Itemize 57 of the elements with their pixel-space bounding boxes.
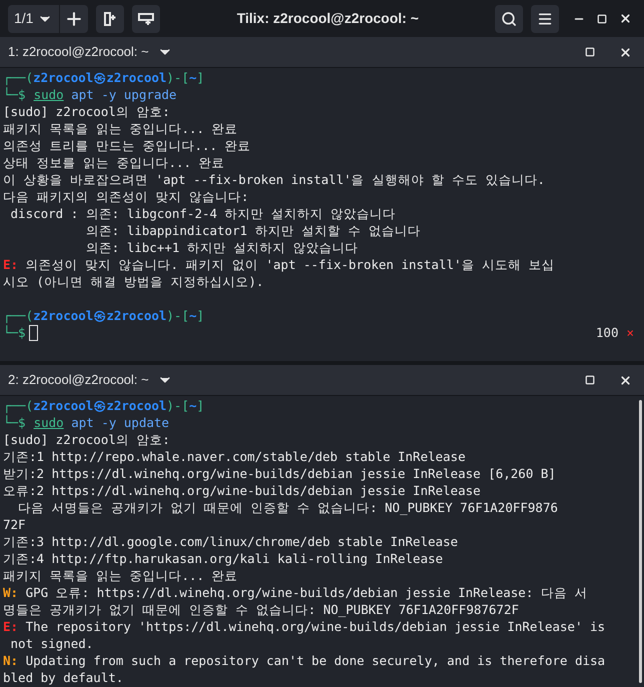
window-title: Tilix: z2rocool@z2rocool: ~ <box>236 9 419 28</box>
split-down-button[interactable] <box>132 4 160 32</box>
exit-status-mark: × <box>626 324 634 341</box>
prompt-marker: └─$ <box>3 86 26 103</box>
search-icon <box>501 10 517 26</box>
command-text: sudo apt -y update <box>34 414 170 431</box>
output-line: 패키지 목록을 읽는 중입니다... 완료 <box>3 120 238 137</box>
search-button[interactable] <box>495 4 523 32</box>
output-line: 기존:4 http://ftp.harukasan.org/kali kali-rolling InRelease <box>3 550 443 567</box>
output-line: 의존성 트리를 만드는 중입니다... 완료 <box>3 137 251 154</box>
maximize-icon[interactable] <box>585 47 595 57</box>
output-line: 의존: libappindicator1 하지만 설치할 수 없습니다 <box>84 222 420 239</box>
close-icon[interactable] <box>619 12 632 25</box>
output-line: 다음 서명들은 공개키가 없기 때문에 인증할 수 없습니다: NO_PUBKEY 76F1A20FF9876 <box>17 499 558 516</box>
output-line: [sudo] z2rocool의 암호: <box>3 103 170 120</box>
output-line: 기존:3 http://dl.google.com/linux/chrome/deb stable InRelease <box>3 533 458 550</box>
output-line: 다음 패키지의 의존성이 맞지 않습니다: <box>3 188 249 205</box>
menu-button[interactable] <box>531 4 559 32</box>
output-line: N: Updating from such a repository can't be done securely, and is therefore disa <box>3 652 606 669</box>
session-switcher[interactable]: 1/1 <box>8 4 60 32</box>
pane-title[interactable]: 1: z2rocool@z2rocool: ~ <box>8 42 149 62</box>
exit-code: 100 <box>596 324 618 341</box>
prompt-line: ┌──(z2rocool㉿z2rocool)-[~] <box>3 397 204 414</box>
output-line: [sudo] z2rocool의 암호: <box>3 431 170 448</box>
output-line: 패키지 목록을 읽는 중입니다... 완료 <box>3 567 238 584</box>
maximize-icon[interactable] <box>585 375 595 385</box>
prompt-marker: └─$ <box>3 414 26 431</box>
output-line: E: The repository 'https://dl.winehq.org/wine-builds/debian jessie InRelease' is <box>3 618 606 635</box>
output-line: 이 상황을 바로잡으려면 'apt --fix-broken install'을 실행해야 할 수도 있습니다. <box>3 171 545 188</box>
output-line: 시오 (아니면 해결 방법을 지정하십시오). <box>3 273 264 290</box>
output-line: W: GPG 오류: https://dl.winehq.org/wine-builds/debian jessie InRelease: 다음 서 <box>3 584 588 601</box>
scrollbar-thumb[interactable] <box>639 400 642 683</box>
output-line: bled by default. <box>3 669 124 686</box>
split-down-icon <box>138 12 154 26</box>
output-line: 명들은 공개키가 없기 때문에 인증할 수 없습니다: NO_PUBKEY 76F1A20FF987672F <box>3 601 519 618</box>
output-line: 받기:2 https://dl.winehq.org/wine-builds/debian jessie InRelease [6,260 B] <box>3 465 556 482</box>
cursor <box>28 324 38 340</box>
command-text: sudo apt -y upgrade <box>34 86 177 103</box>
output-line: not signed. <box>10 635 94 652</box>
output-line: 기존:1 http://repo.whale.naver.com/stable/deb stable InRelease <box>3 448 466 465</box>
prompt-line: ┌──(z2rocool㉿z2rocool)-[~] <box>3 69 204 86</box>
split-right-icon <box>103 10 118 26</box>
output-line: 상태 정보를 읽는 중입니다... 완료 <box>3 154 225 171</box>
add-button[interactable] <box>60 4 88 32</box>
pane-title[interactable]: 2: z2rocool@z2rocool: ~ <box>8 370 149 390</box>
prompt-marker: └─$ <box>3 324 26 341</box>
output-line: 의존: libc++1 하지만 설치하지 않았습니다 <box>84 239 358 256</box>
maximize-icon[interactable] <box>597 14 607 24</box>
output-line: discord : 의존: libgconf-2-4 하지만 설치하지 않았습니다 <box>10 205 396 222</box>
close-icon[interactable] <box>619 46 632 58</box>
menu-icon <box>537 10 553 26</box>
output-line: 72F <box>3 516 26 533</box>
output-line: 오류:2 https://dl.winehq.org/wine-builds/debian jessie InRelease <box>3 482 481 499</box>
close-icon[interactable] <box>619 374 632 386</box>
output-line: E: 의존성이 맞지 않습니다. 패키지 없이 'apt --fix-broken install'을 시도해 보십 <box>3 256 554 273</box>
split-right-button[interactable] <box>96 4 124 32</box>
prompt-line: ┌──(z2rocool㉿z2rocool)-[~] <box>3 307 204 324</box>
